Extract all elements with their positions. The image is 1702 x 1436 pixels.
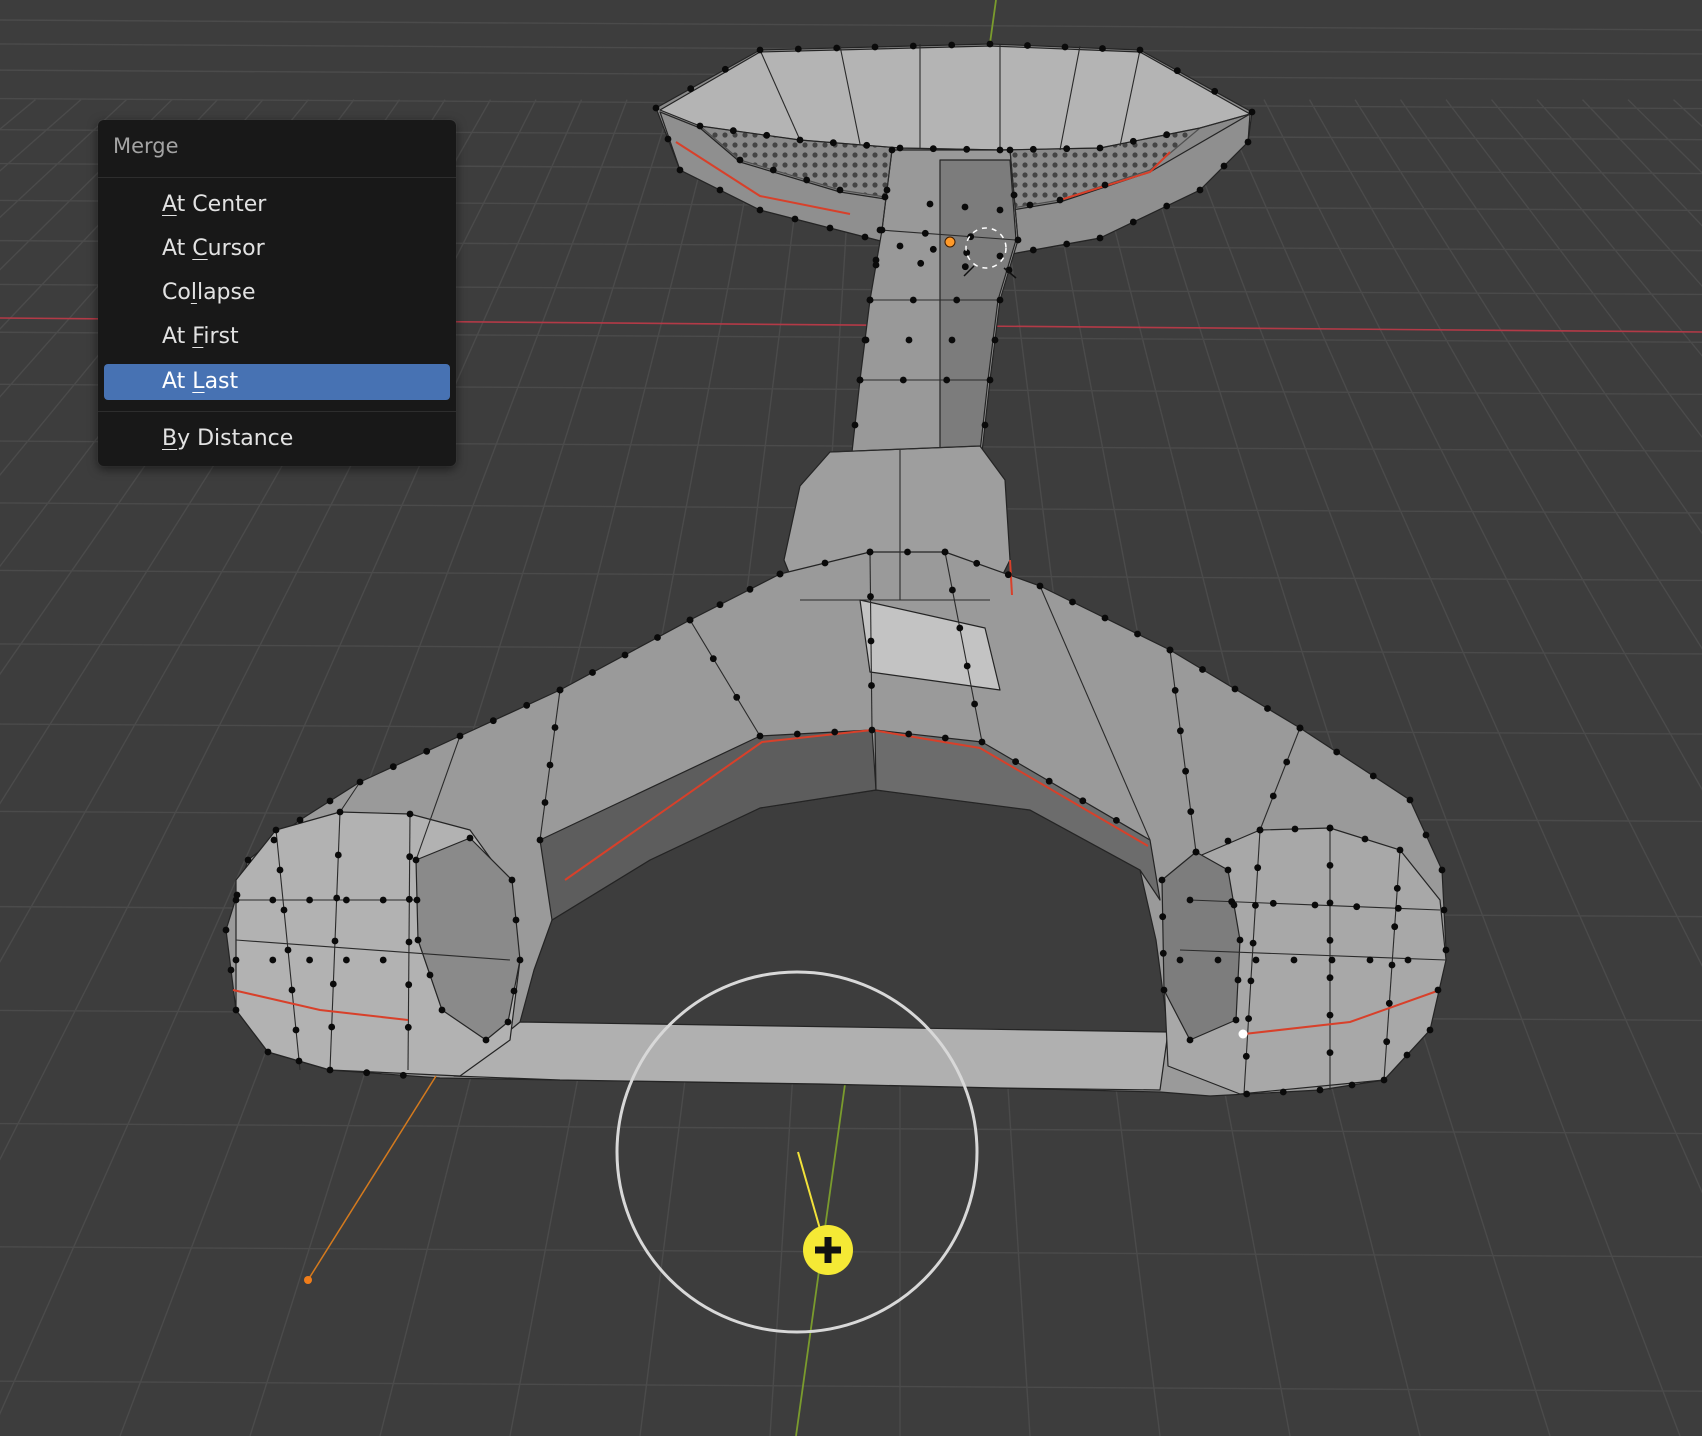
menu-item-label: At First: [162, 324, 239, 349]
menu-item-at-last[interactable]: At Last: [104, 364, 450, 400]
menu-separator: [98, 411, 456, 412]
menu-item-label: At Center: [162, 192, 267, 217]
menu-item-collapse[interactable]: Collapse: [104, 275, 450, 311]
menu-item-label: Collapse: [162, 280, 256, 305]
selected-vertex[interactable]: [944, 236, 956, 248]
neck-shade: [939, 159, 1017, 471]
light-icon[interactable]: [304, 1276, 312, 1284]
menu-item-by-distance[interactable]: By Distance: [104, 421, 450, 457]
merge-menu: Merge At Center At Cursor Collapse At Fi…: [98, 120, 456, 466]
active-vertex[interactable]: [1238, 1029, 1248, 1039]
menu-item-at-cursor[interactable]: At Cursor: [104, 231, 450, 267]
3d-viewport[interactable]: Merge At Center At Cursor Collapse At Fi…: [0, 0, 1702, 1436]
menu-item-at-center[interactable]: At Center: [104, 187, 450, 223]
menu-item-label: By Distance: [162, 426, 294, 451]
menu-title: Merge: [113, 134, 179, 158]
menu-item-at-first[interactable]: At First: [104, 319, 450, 355]
menu-separator: [98, 177, 456, 178]
menu-item-label: At Last: [162, 369, 239, 394]
handle-bottom-bar: [453, 1021, 1169, 1091]
menu-item-label: At Cursor: [162, 236, 265, 261]
yellow-plus-cursor-icon: [803, 1225, 853, 1275]
